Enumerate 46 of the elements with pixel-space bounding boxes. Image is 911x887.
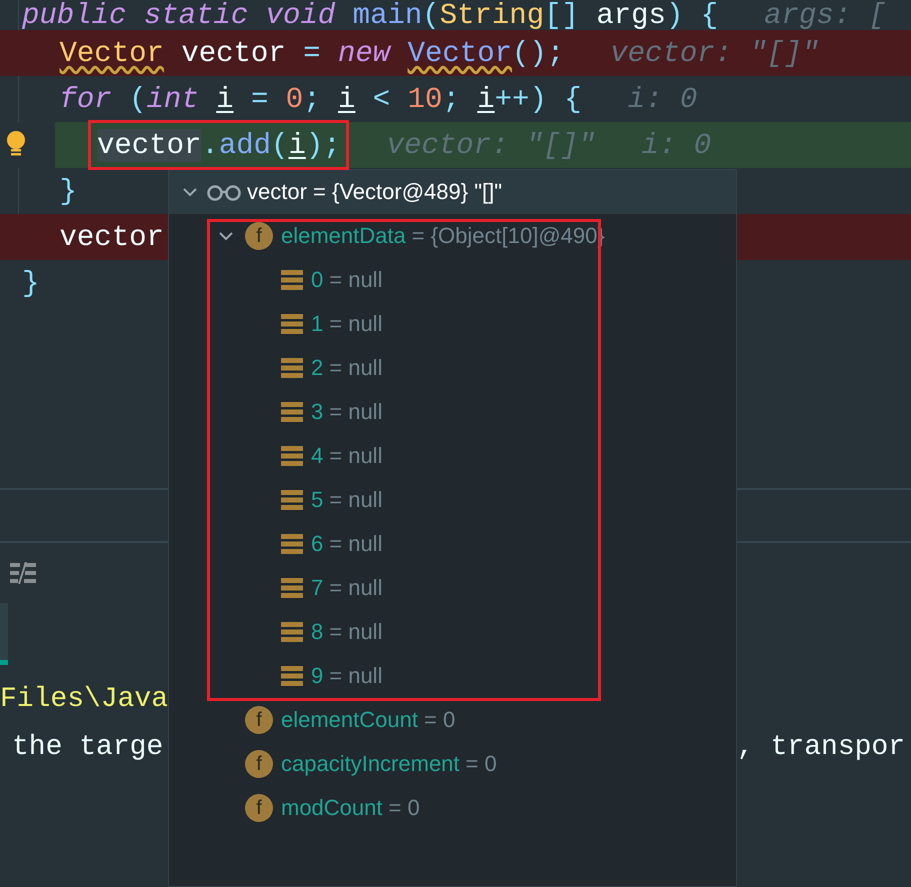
list-icon (281, 446, 303, 466)
watch-expression: vector = {Vector@489} "[]" (247, 179, 502, 205)
inline-value-hint: i: 0 (628, 82, 698, 116)
tree-item[interactable]: 1 = null (311, 311, 382, 337)
panel-tab[interactable] (0, 603, 8, 665)
field-icon: f (245, 706, 273, 734)
console-text: , transpor (737, 732, 906, 762)
inline-value-hint: vector: "[]" (610, 36, 820, 70)
soft-wrap-icon[interactable] (10, 562, 36, 584)
code-text: } (22, 266, 40, 300)
tree-item[interactable]: 7 = null (311, 575, 382, 601)
tree-item[interactable]: 6 = null (311, 531, 382, 557)
list-icon (281, 358, 303, 378)
code-text: vector.add(i); (97, 128, 341, 162)
console-text: Files\Java (0, 684, 168, 714)
list-icon (281, 490, 303, 510)
tree-item[interactable]: 5 = null (311, 487, 382, 513)
field-icon: f (245, 794, 273, 822)
tree-item[interactable]: 8 = null (311, 619, 382, 645)
tree-item[interactable]: capacityIncrement = 0 (281, 751, 497, 777)
list-icon (281, 666, 303, 686)
list-icon (281, 622, 303, 642)
list-icon (281, 402, 303, 422)
inline-value-hint: args: [ (764, 0, 886, 32)
tree-item[interactable]: 4 = null (311, 443, 382, 469)
tree-item[interactable]: elementCount = 0 (281, 707, 456, 733)
field-icon: f (245, 222, 273, 250)
tree-item[interactable]: 2 = null (311, 355, 382, 381)
tree-item[interactable]: modCount = 0 (281, 795, 420, 821)
field-icon: f (245, 750, 273, 778)
code-text: for (int i = 0; i < 10; i++) { (60, 82, 582, 116)
inline-value-hint: i: 0 (642, 128, 712, 162)
code-text: Vector vector = new Vector(); (60, 36, 564, 70)
code-text: vector (60, 220, 164, 254)
tree-item[interactable]: 9 = null (311, 663, 382, 689)
list-icon (281, 534, 303, 554)
tree-item[interactable]: 3 = null (311, 399, 382, 425)
list-icon (281, 270, 303, 290)
list-icon (281, 578, 303, 598)
inline-value-hint: vector: "[]" (386, 128, 596, 162)
code-text: public static void main(String[] args) { (22, 0, 718, 32)
list-icon (281, 314, 303, 334)
lightbulb-icon[interactable] (5, 130, 27, 158)
tree-item[interactable]: 0 = null (311, 267, 382, 293)
console-text: the targe (11, 732, 164, 762)
code-text: } (60, 174, 77, 208)
